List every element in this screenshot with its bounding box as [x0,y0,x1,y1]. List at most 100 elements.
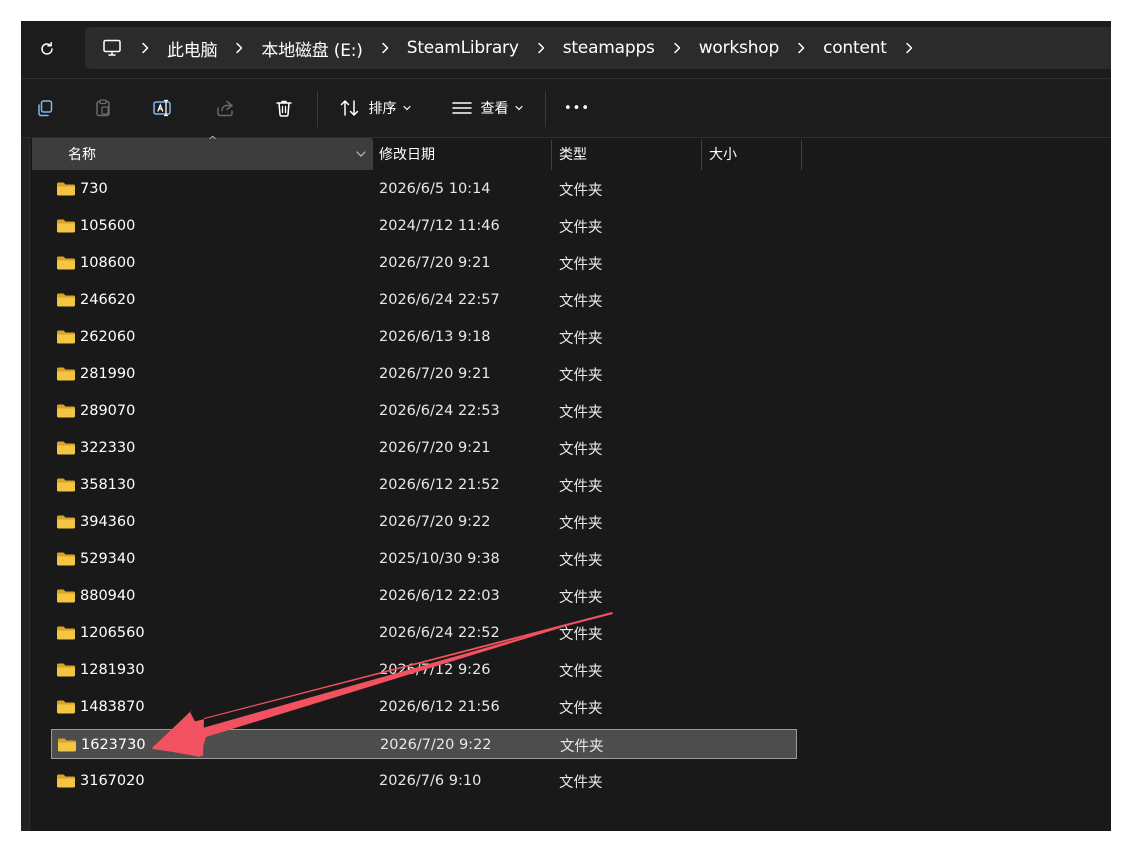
column-date-label: 修改日期 [379,147,435,163]
column-name-label: 名称 [68,147,96,163]
file-modified-date: 2024/7/12 11:46 [379,218,500,234]
table-row[interactable]: 281990 2026/7/20 9:21 文件夹 [51,359,797,389]
breadcrumb-this-pc[interactable]: 此电脑 [167,36,218,61]
file-type: 文件夹 [559,256,603,273]
folder-icon [56,285,76,315]
sort-ascending-icon: ^ [208,134,218,147]
breadcrumb-chevron-icon[interactable] [663,37,691,59]
file-modified-date: 2026/7/20 9:22 [380,737,492,753]
table-row[interactable]: 1281930 2026/7/12 9:26 文件夹 [51,655,797,685]
copy-icon [38,100,53,117]
column-header-date[interactable]: 修改日期 [379,138,551,170]
file-modified-date: 2026/6/12 21:56 [379,699,500,715]
table-row[interactable]: 730 2026/6/5 10:14 文件夹 [51,174,797,204]
table-row[interactable]: 529340 2025/10/30 9:38 文件夹 [51,544,797,574]
folder-icon [56,692,76,722]
chevron-down-icon [402,105,411,111]
table-row[interactable]: 246620 2026/6/24 22:57 文件夹 [51,285,797,315]
file-modified-date: 2026/7/20 9:21 [379,440,491,456]
rename-icon [153,99,171,117]
file-name: 108600 [80,255,136,271]
refresh-icon [41,41,53,55]
file-modified-date: 2026/6/12 22:03 [379,588,500,604]
column-separator[interactable] [551,140,552,170]
file-modified-date: 2026/6/5 10:14 [379,181,491,197]
share-button[interactable] [211,94,239,122]
breadcrumb-chevron-icon[interactable] [131,37,159,59]
more-options-button[interactable]: ••• [561,94,593,122]
file-modified-date: 2026/6/24 22:57 [379,292,500,308]
command-toolbar: 排序 查看 ••• [21,79,1111,137]
breadcrumb-chevron-icon[interactable] [527,37,555,59]
folder-icon [56,470,76,500]
file-type: 文件夹 [559,663,603,680]
refresh-button[interactable] [33,35,61,63]
table-row-selected[interactable]: 1623730 2026/7/20 9:22 文件夹 [51,729,797,759]
file-name: 1206560 [80,625,145,641]
file-modified-date: 2026/7/6 9:10 [379,773,482,789]
table-row[interactable]: 289070 2026/6/24 22:53 文件夹 [51,396,797,426]
view-label: 查看 [480,101,509,117]
file-name: 358130 [80,477,136,493]
table-row[interactable]: 108600 2026/7/20 9:21 文件夹 [51,248,797,278]
file-name: 3167020 [80,773,145,789]
table-row[interactable]: 1483870 2026/6/12 21:56 文件夹 [51,692,797,722]
table-row[interactable]: 262060 2026/6/13 9:18 文件夹 [51,322,797,352]
computer-icon[interactable] [101,37,123,59]
rename-button[interactable] [149,94,177,122]
table-row[interactable]: 322330 2026/7/20 9:21 文件夹 [51,433,797,463]
file-type: 文件夹 [560,738,604,755]
paste-icon [96,99,110,117]
folder-icon [56,544,76,574]
file-type: 文件夹 [559,441,603,458]
column-header-size[interactable]: 大小 [709,138,801,170]
paste-button[interactable] [89,94,117,122]
address-bar[interactable]: 此电脑 本地磁盘 (E:) SteamLibrary steamapps wor… [85,27,1111,69]
file-name: 1623730 [81,737,146,753]
breadcrumb-content[interactable]: content [823,38,887,58]
column-header: 名称 ^ 修改日期 类型 大小 [32,134,832,170]
column-separator[interactable] [801,140,802,170]
breadcrumb-chevron-icon[interactable] [371,37,399,59]
folder-icon [56,248,76,278]
breadcrumb-steamlibrary[interactable]: SteamLibrary [407,38,519,58]
copy-button[interactable] [31,94,59,122]
file-type: 文件夹 [559,367,603,384]
table-row[interactable]: 358130 2026/6/12 21:52 文件夹 [51,470,797,500]
sort-button[interactable]: 排序 [335,94,415,122]
folder-icon [56,174,76,204]
table-row[interactable]: 1206560 2026/6/24 22:52 文件夹 [51,618,797,648]
table-row[interactable]: 394360 2026/7/20 9:22 文件夹 [51,507,797,537]
file-modified-date: 2026/6/24 22:53 [379,403,500,419]
breadcrumb-steamapps[interactable]: steamapps [563,38,655,58]
file-name: 529340 [80,551,136,567]
column-filter-chevron-icon[interactable] [354,147,368,161]
file-modified-date: 2025/10/30 9:38 [379,551,500,567]
breadcrumb-local-disk[interactable]: 本地磁盘 (E:) [261,36,363,61]
file-name: 1483870 [80,699,145,715]
breadcrumb-chevron-icon[interactable] [225,37,253,59]
file-type: 文件夹 [559,182,603,199]
folder-icon [56,396,76,426]
file-name: 246620 [80,292,136,308]
breadcrumb-chevron-icon[interactable] [895,37,923,59]
breadcrumb-chevron-icon[interactable] [787,37,815,59]
column-header-name[interactable]: 名称 ^ [32,134,372,170]
file-type: 文件夹 [559,515,603,532]
table-row[interactable]: 105600 2024/7/12 11:46 文件夹 [51,211,797,241]
file-modified-date: 2026/6/24 22:52 [379,625,500,641]
delete-button[interactable] [270,94,298,122]
file-modified-date: 2026/7/20 9:21 [379,255,491,271]
view-button[interactable]: 查看 [447,94,527,122]
column-header-type[interactable]: 类型 [559,138,701,170]
folder-icon [57,730,77,760]
toolbar-separator [317,91,318,127]
column-separator[interactable] [372,140,373,170]
file-modified-date: 2026/7/12 9:26 [379,662,491,678]
breadcrumb-workshop[interactable]: workshop [699,38,780,58]
file-modified-date: 2026/7/20 9:21 [379,366,491,382]
table-row[interactable]: 880940 2026/6/12 22:03 文件夹 [51,581,797,611]
column-separator[interactable] [701,140,702,170]
table-row[interactable]: 3167020 2026/7/6 9:10 文件夹 [51,766,797,796]
folder-icon [56,359,76,389]
